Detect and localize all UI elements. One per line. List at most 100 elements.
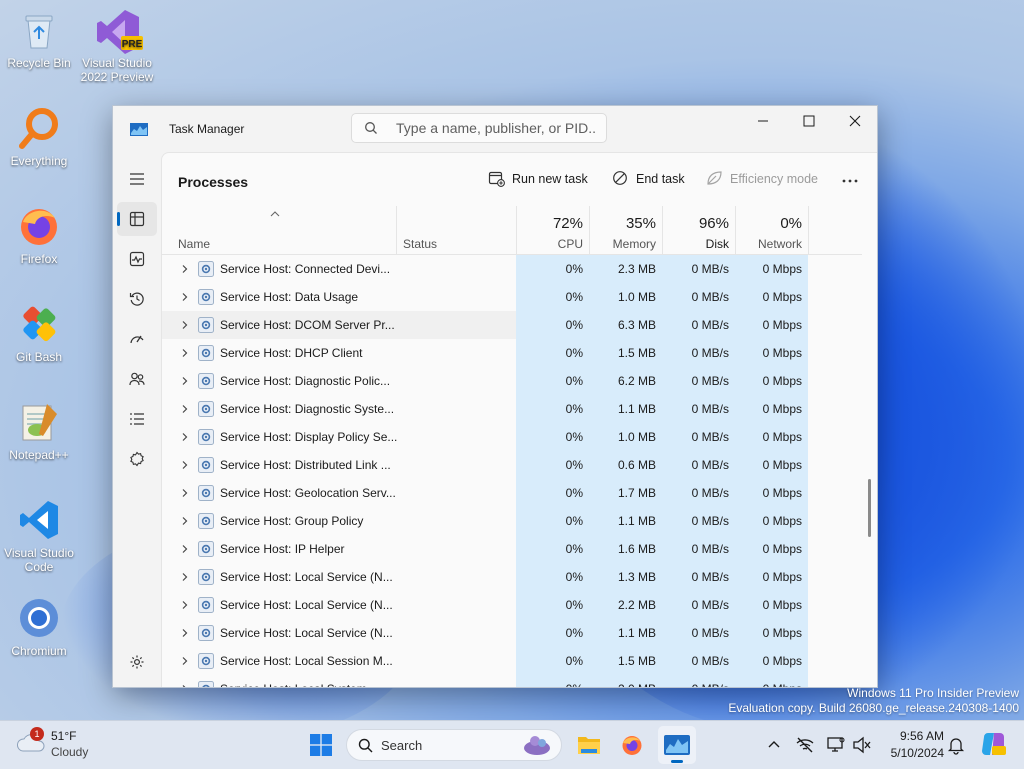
nav-performance[interactable] xyxy=(117,242,157,276)
close-button[interactable] xyxy=(832,106,878,136)
expand-chevron-icon[interactable] xyxy=(180,292,190,302)
process-name: Service Host: Local Service (N... xyxy=(220,626,393,640)
desktop-icon-label: Firefox xyxy=(1,252,77,266)
process-list: Service Host: Connected Devi...0%2.3 MB0… xyxy=(162,255,862,688)
volume-muted-icon[interactable] xyxy=(852,735,872,755)
expand-chevron-icon[interactable] xyxy=(180,572,190,582)
git-bash-icon xyxy=(17,302,61,346)
expand-chevron-icon[interactable] xyxy=(180,656,190,666)
copilot-preview-icon[interactable] xyxy=(980,731,1006,757)
process-row[interactable]: Service Host: IP Helper0%1.6 MB0 MB/s0 M… xyxy=(162,535,862,563)
title-bar[interactable]: Task Manager xyxy=(113,106,877,152)
column-header-name[interactable]: Name xyxy=(162,206,396,254)
vertical-scrollbar[interactable] xyxy=(866,255,874,688)
process-row[interactable]: Service Host: Distributed Link ...0%0.6 … xyxy=(162,451,862,479)
taskbar-search-box[interactable]: Search xyxy=(346,729,562,761)
cell-disk: 0 MB/s xyxy=(662,591,735,619)
desktop-icon-notepad-plus-plus[interactable]: Notepad++ xyxy=(1,400,77,462)
column-header-memory[interactable]: 35% Memory xyxy=(589,206,662,254)
desktop-icon-everything[interactable]: Everything xyxy=(1,106,77,168)
process-search-box[interactable] xyxy=(351,113,607,143)
process-row[interactable]: Service Host: Local Session M...0%1.5 MB… xyxy=(162,647,862,675)
system-clock[interactable]: 9:56 AM 5/10/2024 xyxy=(880,728,944,762)
cell-memory: 6.3 MB xyxy=(589,311,662,339)
taskbar-firefox[interactable] xyxy=(613,726,651,764)
cell-cpu: 0% xyxy=(516,591,589,619)
cell-memory: 1.1 MB xyxy=(589,395,662,423)
process-name: Service Host: Local Session M... xyxy=(220,654,393,668)
desktop-icon-git-bash[interactable]: Git Bash xyxy=(1,302,77,364)
notification-bell-icon[interactable] xyxy=(946,735,966,755)
nav-processes[interactable] xyxy=(117,202,157,236)
desktop-icon-vscode[interactable]: Visual Studio Code xyxy=(1,498,77,574)
taskbar-task-manager[interactable] xyxy=(658,726,696,764)
expand-chevron-icon[interactable] xyxy=(180,516,190,526)
maximize-button[interactable] xyxy=(786,106,832,136)
process-row[interactable]: Service Host: Connected Devi...0%2.3 MB0… xyxy=(162,255,862,283)
end-task-button[interactable]: End task xyxy=(612,167,692,193)
expand-chevron-icon[interactable] xyxy=(180,600,190,610)
expand-chevron-icon[interactable] xyxy=(180,460,190,470)
process-row[interactable]: Service Host: DCOM Server Pr...0%6.3 MB0… xyxy=(162,311,862,339)
nav-users[interactable] xyxy=(117,362,157,396)
more-options-button[interactable] xyxy=(834,167,866,193)
process-row[interactable]: Service Host: Group Policy0%1.1 MB0 MB/s… xyxy=(162,507,862,535)
expand-chevron-icon[interactable] xyxy=(180,684,190,688)
efficiency-mode-button[interactable]: Efficiency mode xyxy=(706,167,822,193)
process-row[interactable]: Service Host: Display Policy Se...0%1.0 … xyxy=(162,423,862,451)
service-host-gear-icon xyxy=(198,597,214,613)
display-icon[interactable] xyxy=(826,735,846,755)
nav-services[interactable] xyxy=(117,442,157,476)
expand-chevron-icon[interactable] xyxy=(180,264,190,274)
expand-chevron-icon[interactable] xyxy=(180,348,190,358)
process-row[interactable]: Service Host: Local Service (N...0%1.1 M… xyxy=(162,619,862,647)
expand-chevron-icon[interactable] xyxy=(180,432,190,442)
expand-chevron-icon[interactable] xyxy=(180,488,190,498)
efficiency-mode-label: Efficiency mode xyxy=(730,172,818,186)
process-row[interactable]: Service Host: Geolocation Serv...0%1.7 M… xyxy=(162,479,862,507)
nav-details[interactable] xyxy=(117,402,157,436)
start-button[interactable] xyxy=(302,726,340,764)
process-row[interactable]: Service Host: Local Service (N...0%2.2 M… xyxy=(162,591,862,619)
weather-widget[interactable]: 1 51°F Cloudy xyxy=(16,727,106,763)
scrollbar-thumb[interactable] xyxy=(868,479,871,537)
nav-app-history[interactable] xyxy=(117,282,157,316)
process-search-input[interactable] xyxy=(396,119,596,137)
column-header-status[interactable]: Status xyxy=(397,206,516,254)
recycle-bin-icon xyxy=(17,8,61,52)
network-disconnected-icon[interactable] xyxy=(795,735,815,755)
network-total: 0% xyxy=(780,215,802,232)
process-row[interactable]: Service Host: Data Usage0%1.0 MB0 MB/s0 … xyxy=(162,283,862,311)
service-host-gear-icon xyxy=(198,373,214,389)
cell-disk: 0 MB/s xyxy=(662,507,735,535)
process-row[interactable]: Service Host: Local Service (N...0%1.3 M… xyxy=(162,563,862,591)
process-row[interactable]: Service Host: DHCP Client0%1.5 MB0 MB/s0… xyxy=(162,339,862,367)
column-header-cpu[interactable]: 72% CPU xyxy=(516,206,589,254)
desktop-icon-visual-studio[interactable]: PRE Visual Studio 2022 Preview xyxy=(79,8,155,84)
nav-settings[interactable] xyxy=(117,645,157,679)
desktop-icon-chromium[interactable]: Chromium xyxy=(1,596,77,658)
memory-total: 35% xyxy=(626,215,656,232)
minimize-button[interactable] xyxy=(740,106,786,136)
column-header-network[interactable]: 0% Network xyxy=(735,206,808,254)
expand-chevron-icon[interactable] xyxy=(180,376,190,386)
expand-chevron-icon[interactable] xyxy=(180,628,190,638)
service-host-gear-icon xyxy=(198,345,214,361)
nav-menu-button[interactable] xyxy=(117,162,157,196)
nav-startup-apps[interactable] xyxy=(117,322,157,356)
process-row[interactable]: Service Host: Diagnostic Polic...0%6.2 M… xyxy=(162,367,862,395)
cell-memory: 1.0 MB xyxy=(589,283,662,311)
expand-chevron-icon[interactable] xyxy=(180,544,190,554)
processes-icon xyxy=(129,211,145,227)
process-row[interactable]: Service Host: Diagnostic Syste...0%1.1 M… xyxy=(162,395,862,423)
desktop-icon-recycle-bin[interactable]: Recycle Bin xyxy=(1,8,77,70)
column-header-disk[interactable]: 96% Disk xyxy=(662,206,735,254)
expand-chevron-icon[interactable] xyxy=(180,404,190,414)
everything-search-icon xyxy=(17,106,61,150)
taskbar-file-explorer[interactable] xyxy=(570,726,608,764)
expand-chevron-icon[interactable] xyxy=(180,320,190,330)
show-hidden-icons-chevron-icon[interactable] xyxy=(764,735,784,755)
desktop-icon-firefox[interactable]: Firefox xyxy=(1,204,77,266)
run-new-task-button[interactable]: Run new task xyxy=(488,167,592,193)
column-divider[interactable] xyxy=(808,206,809,254)
